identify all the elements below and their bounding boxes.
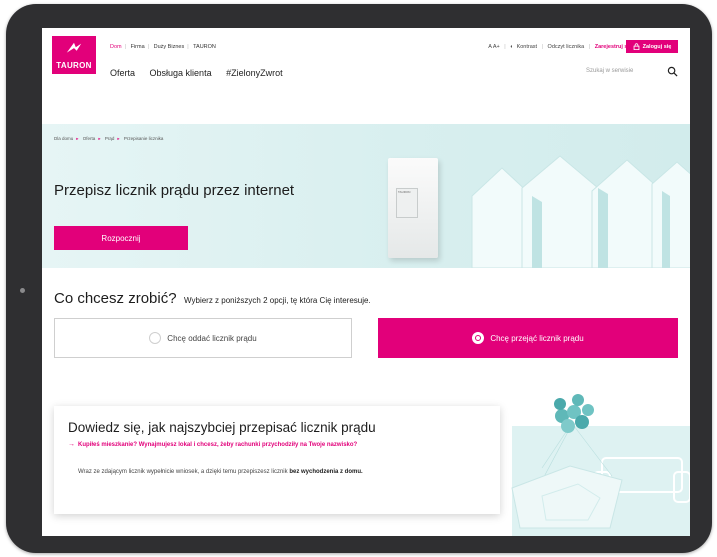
login-label: Zaloguj się [642, 43, 672, 50]
option-take-meter[interactable]: Chcę przejąć licznik prądu [378, 318, 678, 358]
browser-screen: TAURON Dom | Firma | Duży Biznes | TAURON O… [42, 28, 690, 536]
tauron-logo[interactable]: TAURON [52, 36, 96, 74]
contrast-icon[interactable]: ◐ [510, 44, 513, 50]
nav-item-oferta[interactable]: Oferta [110, 68, 135, 78]
breadcrumb-item[interactable]: Oferta [83, 136, 96, 141]
option-give-meter[interactable]: Chcę oddać licznik prądu [54, 318, 352, 358]
segment-link-tauron[interactable]: TAURON [193, 44, 216, 50]
logo-text: TAURON [56, 61, 92, 70]
search-icon[interactable] [667, 66, 678, 77]
search-box[interactable]: Szukaj w serwisie [586, 66, 678, 78]
main-nav: Oferta Obsługa klienta #ZielonyZwrot [110, 68, 295, 78]
option-label: Chcę oddać licznik prądu [167, 333, 257, 343]
login-button[interactable]: Zaloguj się [626, 40, 678, 53]
meter-display: TAURON [396, 188, 418, 218]
breadcrumb-item-current: Przepisanie licznika [123, 136, 164, 141]
lock-icon [633, 43, 639, 50]
option-label: Chcę przejąć licznik prądu [490, 333, 584, 343]
breadcrumb-item[interactable]: Prąd [105, 136, 115, 141]
question-sub: Wybierz z poniższych 2 opcji, tę która C… [184, 296, 371, 305]
nav-item-zielony-zwrot[interactable]: #ZielonyZwrot [226, 68, 283, 78]
search-placeholder: Szukaj w serwisie [586, 68, 634, 74]
segment-nav: Dom | Firma | Duży Biznes | TAURON [110, 44, 216, 50]
info-text-bold: bez wychodzenia z domu. [289, 469, 363, 475]
logo-icon [66, 42, 82, 53]
meter-brand-label: TAURON [398, 190, 411, 194]
info-question: Kupiłeś mieszkanie? Wynajmujesz lokal i … [78, 442, 358, 448]
page-title: Przepisz licznik prądu przez internet [54, 182, 295, 199]
radio-selected[interactable] [472, 332, 485, 344]
houses-illustration [471, 155, 690, 268]
utility-bar: A A+ | ◐ Kontrast | Odczyt licznika | Zar… [488, 44, 638, 50]
radio-unselected[interactable] [149, 332, 162, 344]
info-title: Dowiedz się, jak najszybciej przepisać l… [68, 420, 376, 435]
arrow-right-icon: → [68, 441, 75, 448]
info-text-pre: Wraz ze zdającym licznik wypełnicie wnio… [78, 469, 288, 475]
electric-meter-image: TAURON [388, 158, 438, 258]
segment-link-dom[interactable]: Dom [110, 44, 122, 50]
tablet-frame: TAURON Dom | Firma | Duży Biznes | TAURON O… [6, 4, 712, 553]
camera-dot [20, 288, 25, 293]
font-size-toggle[interactable]: A A+ [488, 44, 499, 50]
hero-banner: Dla domu ▸ Oferta ▸ Prąd ▸ Przepisanie licz… [42, 124, 690, 268]
breadcrumb: Dla domu ▸ Oferta ▸ Prąd ▸ Przepisanie licz… [54, 136, 164, 141]
start-button[interactable]: Rozpocznij [54, 226, 188, 250]
contrast-toggle[interactable]: Kontrast [517, 44, 537, 50]
breadcrumb-item[interactable]: Dla domu [54, 136, 73, 141]
info-text: Wraz ze zdającym licznik wypełnicie wnio… [78, 467, 378, 477]
question-heading: Co chcesz zrobić? Wybierz z poniższych 2… [54, 290, 371, 308]
question-main: Co chcesz zrobić? [54, 290, 177, 307]
segment-link-firma[interactable]: Firma [131, 44, 145, 50]
meter-read-link[interactable]: Odczyt licznika [548, 44, 585, 50]
balloons-illustration [511, 394, 623, 529]
info-card: Dowiedz się, jak najszybciej przepisać l… [54, 406, 500, 514]
nav-item-obsluga-klienta[interactable]: Obsługa klienta [150, 68, 212, 78]
segment-link-duzy-biznes[interactable]: Duży Biznes [154, 44, 185, 50]
